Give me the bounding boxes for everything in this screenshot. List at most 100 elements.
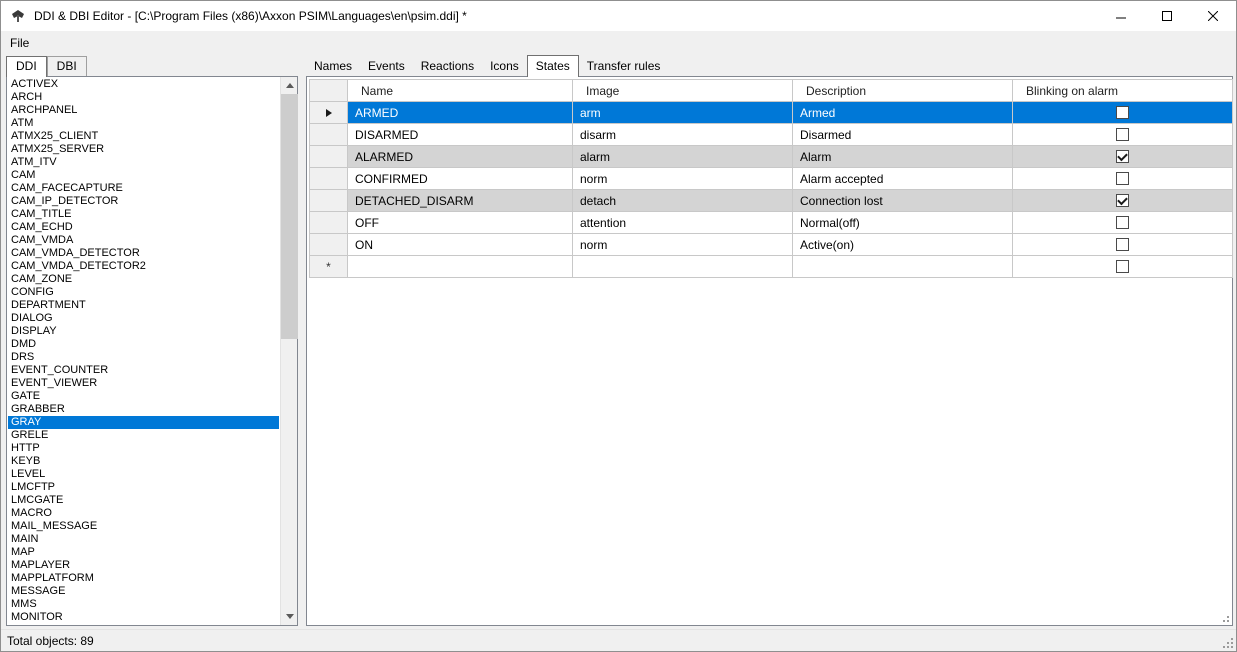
grid-row[interactable]: CONFIRMEDnormAlarm accepted <box>310 168 1233 190</box>
list-item-cam_vmda_detector2[interactable]: CAM_VMDA_DETECTOR2 <box>8 260 279 273</box>
list-item-lmcftp[interactable]: LMCFTP <box>8 481 279 494</box>
list-item-dmd[interactable]: DMD <box>8 338 279 351</box>
tab-reactions[interactable]: Reactions <box>413 56 482 76</box>
cell-image[interactable] <box>573 256 793 278</box>
current-row-indicator[interactable] <box>310 102 348 124</box>
cell-description[interactable]: Alarm accepted <box>793 168 1013 190</box>
cell-description[interactable]: Connection lost <box>793 190 1013 212</box>
cell-blinking-on-alarm[interactable] <box>1013 190 1233 212</box>
list-item-atm_itv[interactable]: ATM_ITV <box>8 156 279 169</box>
tab-ddi[interactable]: DDI <box>6 56 47 77</box>
cell-name[interactable]: ON <box>348 234 573 256</box>
maximize-button[interactable] <box>1144 1 1190 31</box>
grid-row[interactable]: * <box>310 256 1233 278</box>
list-item-atmx25_client[interactable]: ATMX25_CLIENT <box>8 130 279 143</box>
grid-row[interactable]: ARMEDarmArmed <box>310 102 1233 124</box>
list-item-mail_message[interactable]: MAIL_MESSAGE <box>8 520 279 533</box>
row-header[interactable] <box>310 234 348 256</box>
row-header[interactable] <box>310 190 348 212</box>
list-item-arch[interactable]: ARCH <box>8 91 279 104</box>
grid-row[interactable]: OFFattentionNormal(off) <box>310 212 1233 234</box>
column-header-blinking-on-alarm[interactable]: Blinking on alarm <box>1013 80 1233 102</box>
list-item-config[interactable]: CONFIG <box>8 286 279 299</box>
cell-image[interactable]: norm <box>573 168 793 190</box>
cell-image[interactable]: disarm <box>573 124 793 146</box>
cell-description[interactable]: Normal(off) <box>793 212 1013 234</box>
blinking-checkbox[interactable] <box>1116 150 1129 163</box>
list-item-http[interactable]: HTTP <box>8 442 279 455</box>
cell-description[interactable]: Armed <box>793 102 1013 124</box>
cell-image[interactable]: attention <box>573 212 793 234</box>
tab-dbi[interactable]: DBI <box>47 56 87 76</box>
grid-row[interactable]: ONnormActive(on) <box>310 234 1233 256</box>
blinking-checkbox[interactable] <box>1116 128 1129 141</box>
row-header[interactable] <box>310 124 348 146</box>
grid-corner-cell[interactable] <box>310 80 348 102</box>
menu-file[interactable]: File <box>1 33 38 53</box>
list-item-cam_ip_detector[interactable]: CAM_IP_DETECTOR <box>8 195 279 208</box>
blinking-checkbox[interactable] <box>1116 260 1129 273</box>
blinking-checkbox[interactable] <box>1116 106 1129 119</box>
grid-row[interactable]: DISARMEDdisarmDisarmed <box>310 124 1233 146</box>
list-item-activex[interactable]: ACTIVEX <box>8 78 279 91</box>
list-item-cam_echd[interactable]: CAM_ECHD <box>8 221 279 234</box>
tab-transfer-rules[interactable]: Transfer rules <box>579 56 669 76</box>
cell-blinking-on-alarm[interactable] <box>1013 102 1233 124</box>
cell-name[interactable]: ALARMED <box>348 146 573 168</box>
list-item-drs[interactable]: DRS <box>8 351 279 364</box>
list-item-message[interactable]: MESSAGE <box>8 585 279 598</box>
list-item-level[interactable]: LEVEL <box>8 468 279 481</box>
scroll-up-button[interactable] <box>281 77 298 94</box>
list-item-event_counter[interactable]: EVENT_COUNTER <box>8 364 279 377</box>
cell-blinking-on-alarm[interactable] <box>1013 212 1233 234</box>
cell-name[interactable]: CONFIRMED <box>348 168 573 190</box>
tab-icons[interactable]: Icons <box>482 56 527 76</box>
list-item-grele[interactable]: GRELE <box>8 429 279 442</box>
list-item-macro[interactable]: MACRO <box>8 507 279 520</box>
cell-description[interactable]: Active(on) <box>793 234 1013 256</box>
list-item-main[interactable]: MAIN <box>8 533 279 546</box>
cell-name[interactable] <box>348 256 573 278</box>
cell-name[interactable]: DISARMED <box>348 124 573 146</box>
list-item-event_viewer[interactable]: EVENT_VIEWER <box>8 377 279 390</box>
list-item-lmcgate[interactable]: LMCGATE <box>8 494 279 507</box>
scroll-thumb[interactable] <box>281 94 298 339</box>
list-item-mms[interactable]: MMS <box>8 598 279 611</box>
list-item-cam_vmda[interactable]: CAM_VMDA <box>8 234 279 247</box>
list-item-maplayer[interactable]: MAPLAYER <box>8 559 279 572</box>
column-header-description[interactable]: Description <box>793 80 1013 102</box>
row-header[interactable] <box>310 146 348 168</box>
list-item-atmx25_server[interactable]: ATMX25_SERVER <box>8 143 279 156</box>
window-resize-grip[interactable] <box>1221 636 1235 650</box>
cell-image[interactable]: norm <box>573 234 793 256</box>
list-item-cam_vmda_detector[interactable]: CAM_VMDA_DETECTOR <box>8 247 279 260</box>
blinking-checkbox[interactable] <box>1116 216 1129 229</box>
cell-image[interactable]: detach <box>573 190 793 212</box>
panel-resize-grip[interactable] <box>1220 613 1230 623</box>
cell-blinking-on-alarm[interactable] <box>1013 146 1233 168</box>
list-item-archpanel[interactable]: ARCHPANEL <box>8 104 279 117</box>
cell-name[interactable]: ARMED <box>348 102 573 124</box>
tab-states[interactable]: States <box>527 55 579 77</box>
list-item-cam_facecapture[interactable]: CAM_FACECAPTURE <box>8 182 279 195</box>
cell-description[interactable]: Alarm <box>793 146 1013 168</box>
cell-image[interactable]: arm <box>573 102 793 124</box>
minimize-button[interactable] <box>1098 1 1144 31</box>
tab-events[interactable]: Events <box>360 56 413 76</box>
list-item-keyb[interactable]: KEYB <box>8 455 279 468</box>
blinking-checkbox[interactable] <box>1116 172 1129 185</box>
cell-name[interactable]: OFF <box>348 212 573 234</box>
list-item-department[interactable]: DEPARTMENT <box>8 299 279 312</box>
row-header[interactable] <box>310 212 348 234</box>
blinking-checkbox[interactable] <box>1116 194 1129 207</box>
list-item-mapplatform[interactable]: MAPPLATFORM <box>8 572 279 585</box>
tab-names[interactable]: Names <box>306 56 360 76</box>
cell-blinking-on-alarm[interactable] <box>1013 124 1233 146</box>
list-item-display[interactable]: DISPLAY <box>8 325 279 338</box>
list-item-cam_zone[interactable]: CAM_ZONE <box>8 273 279 286</box>
cell-name[interactable]: DETACHED_DISARM <box>348 190 573 212</box>
grid-row[interactable]: ALARMEDalarmAlarm <box>310 146 1233 168</box>
list-item-cam_title[interactable]: CAM_TITLE <box>8 208 279 221</box>
cell-blinking-on-alarm[interactable] <box>1013 234 1233 256</box>
list-item-cam[interactable]: CAM <box>8 169 279 182</box>
